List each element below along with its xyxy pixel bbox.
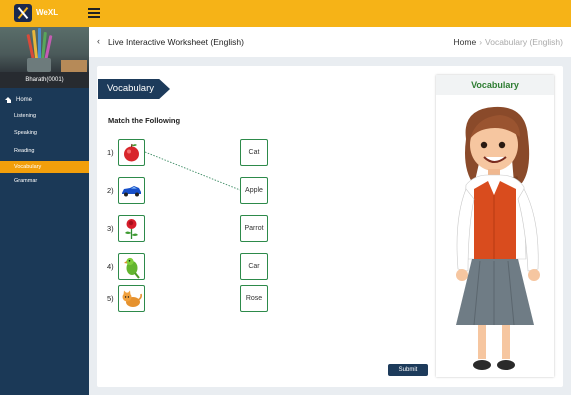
cat-icon bbox=[122, 290, 142, 307]
panel-title: Vocabulary bbox=[436, 75, 554, 95]
parrot-icon bbox=[124, 257, 140, 279]
home-icon bbox=[5, 97, 12, 103]
vocabulary-banner: Vocabulary bbox=[98, 79, 170, 99]
answer-box-parrot[interactable]: Parrot bbox=[240, 215, 268, 242]
cat-image-box[interactable] bbox=[118, 285, 145, 312]
sidebar-item-label: Listening bbox=[14, 113, 37, 119]
sidebar-item-grammar[interactable]: Grammar bbox=[0, 175, 89, 187]
question-number: 2) bbox=[107, 186, 114, 195]
breadcrumb-current: Vocabulary (English) bbox=[485, 37, 563, 47]
wexl-logo[interactable]: WeXL bbox=[14, 4, 59, 23]
car-image-box[interactable] bbox=[118, 177, 145, 204]
car-icon bbox=[122, 186, 141, 197]
answer-box-apple[interactable]: Apple bbox=[240, 177, 268, 204]
submit-button[interactable]: Submit bbox=[388, 364, 428, 376]
sidebar-item-reading[interactable]: Reading bbox=[0, 145, 89, 157]
breadcrumb-separator: › bbox=[479, 37, 483, 47]
question-number: 3) bbox=[107, 224, 114, 233]
back-chevron-icon[interactable]: ‹ bbox=[97, 36, 100, 46]
instruction-text: Match the Following bbox=[108, 116, 181, 125]
breadcrumb: Home › Vocabulary (English) bbox=[454, 37, 564, 47]
profile-cover-image bbox=[0, 27, 89, 72]
sidebar-item-home[interactable]: Home bbox=[0, 94, 89, 106]
sidebar-item-label: Vocabulary bbox=[14, 164, 42, 170]
answer-box-car[interactable]: Car bbox=[240, 253, 268, 280]
question-number: 5) bbox=[107, 294, 114, 303]
rose-image-box[interactable] bbox=[118, 215, 145, 242]
sidebar-item-vocabulary[interactable]: Vocabulary bbox=[0, 161, 89, 173]
answer-box-cat[interactable]: Cat bbox=[240, 139, 268, 166]
breadcrumb-home-link[interactable]: Home bbox=[454, 37, 477, 47]
sidebar: Bharath(0001) Home Listening Speaking Re… bbox=[0, 27, 89, 395]
illustration-panel: Vocabulary bbox=[436, 75, 554, 377]
top-bar: WeXL bbox=[0, 0, 571, 27]
page-title: Live Interactive Worksheet (English) bbox=[108, 37, 244, 47]
user-name: Bharath(0001) bbox=[0, 72, 89, 88]
sidebar-item-listening[interactable]: Listening bbox=[0, 110, 89, 122]
sidebar-item-label: Grammar bbox=[14, 178, 38, 184]
question-number: 1) bbox=[107, 148, 114, 157]
girl-illustration bbox=[456, 106, 540, 370]
question-number: 4) bbox=[107, 262, 114, 271]
page-header: ‹ Live Interactive Worksheet (English) H… bbox=[89, 27, 571, 57]
parrot-image-box[interactable] bbox=[118, 253, 145, 280]
sidebar-item-speaking[interactable]: Speaking bbox=[0, 127, 89, 139]
rose-icon bbox=[125, 219, 138, 239]
sidebar-item-label: Reading bbox=[14, 148, 35, 154]
logo-mark-icon bbox=[14, 4, 32, 22]
sidebar-item-label: Speaking bbox=[14, 130, 37, 136]
apple-icon bbox=[124, 143, 139, 162]
sidebar-item-label: Home bbox=[16, 97, 33, 103]
answer-box-rose[interactable]: Rose bbox=[240, 285, 268, 312]
apple-image-box[interactable] bbox=[118, 139, 145, 166]
hamburger-menu-icon[interactable] bbox=[88, 8, 100, 18]
logo-text: WeXL bbox=[36, 8, 59, 17]
